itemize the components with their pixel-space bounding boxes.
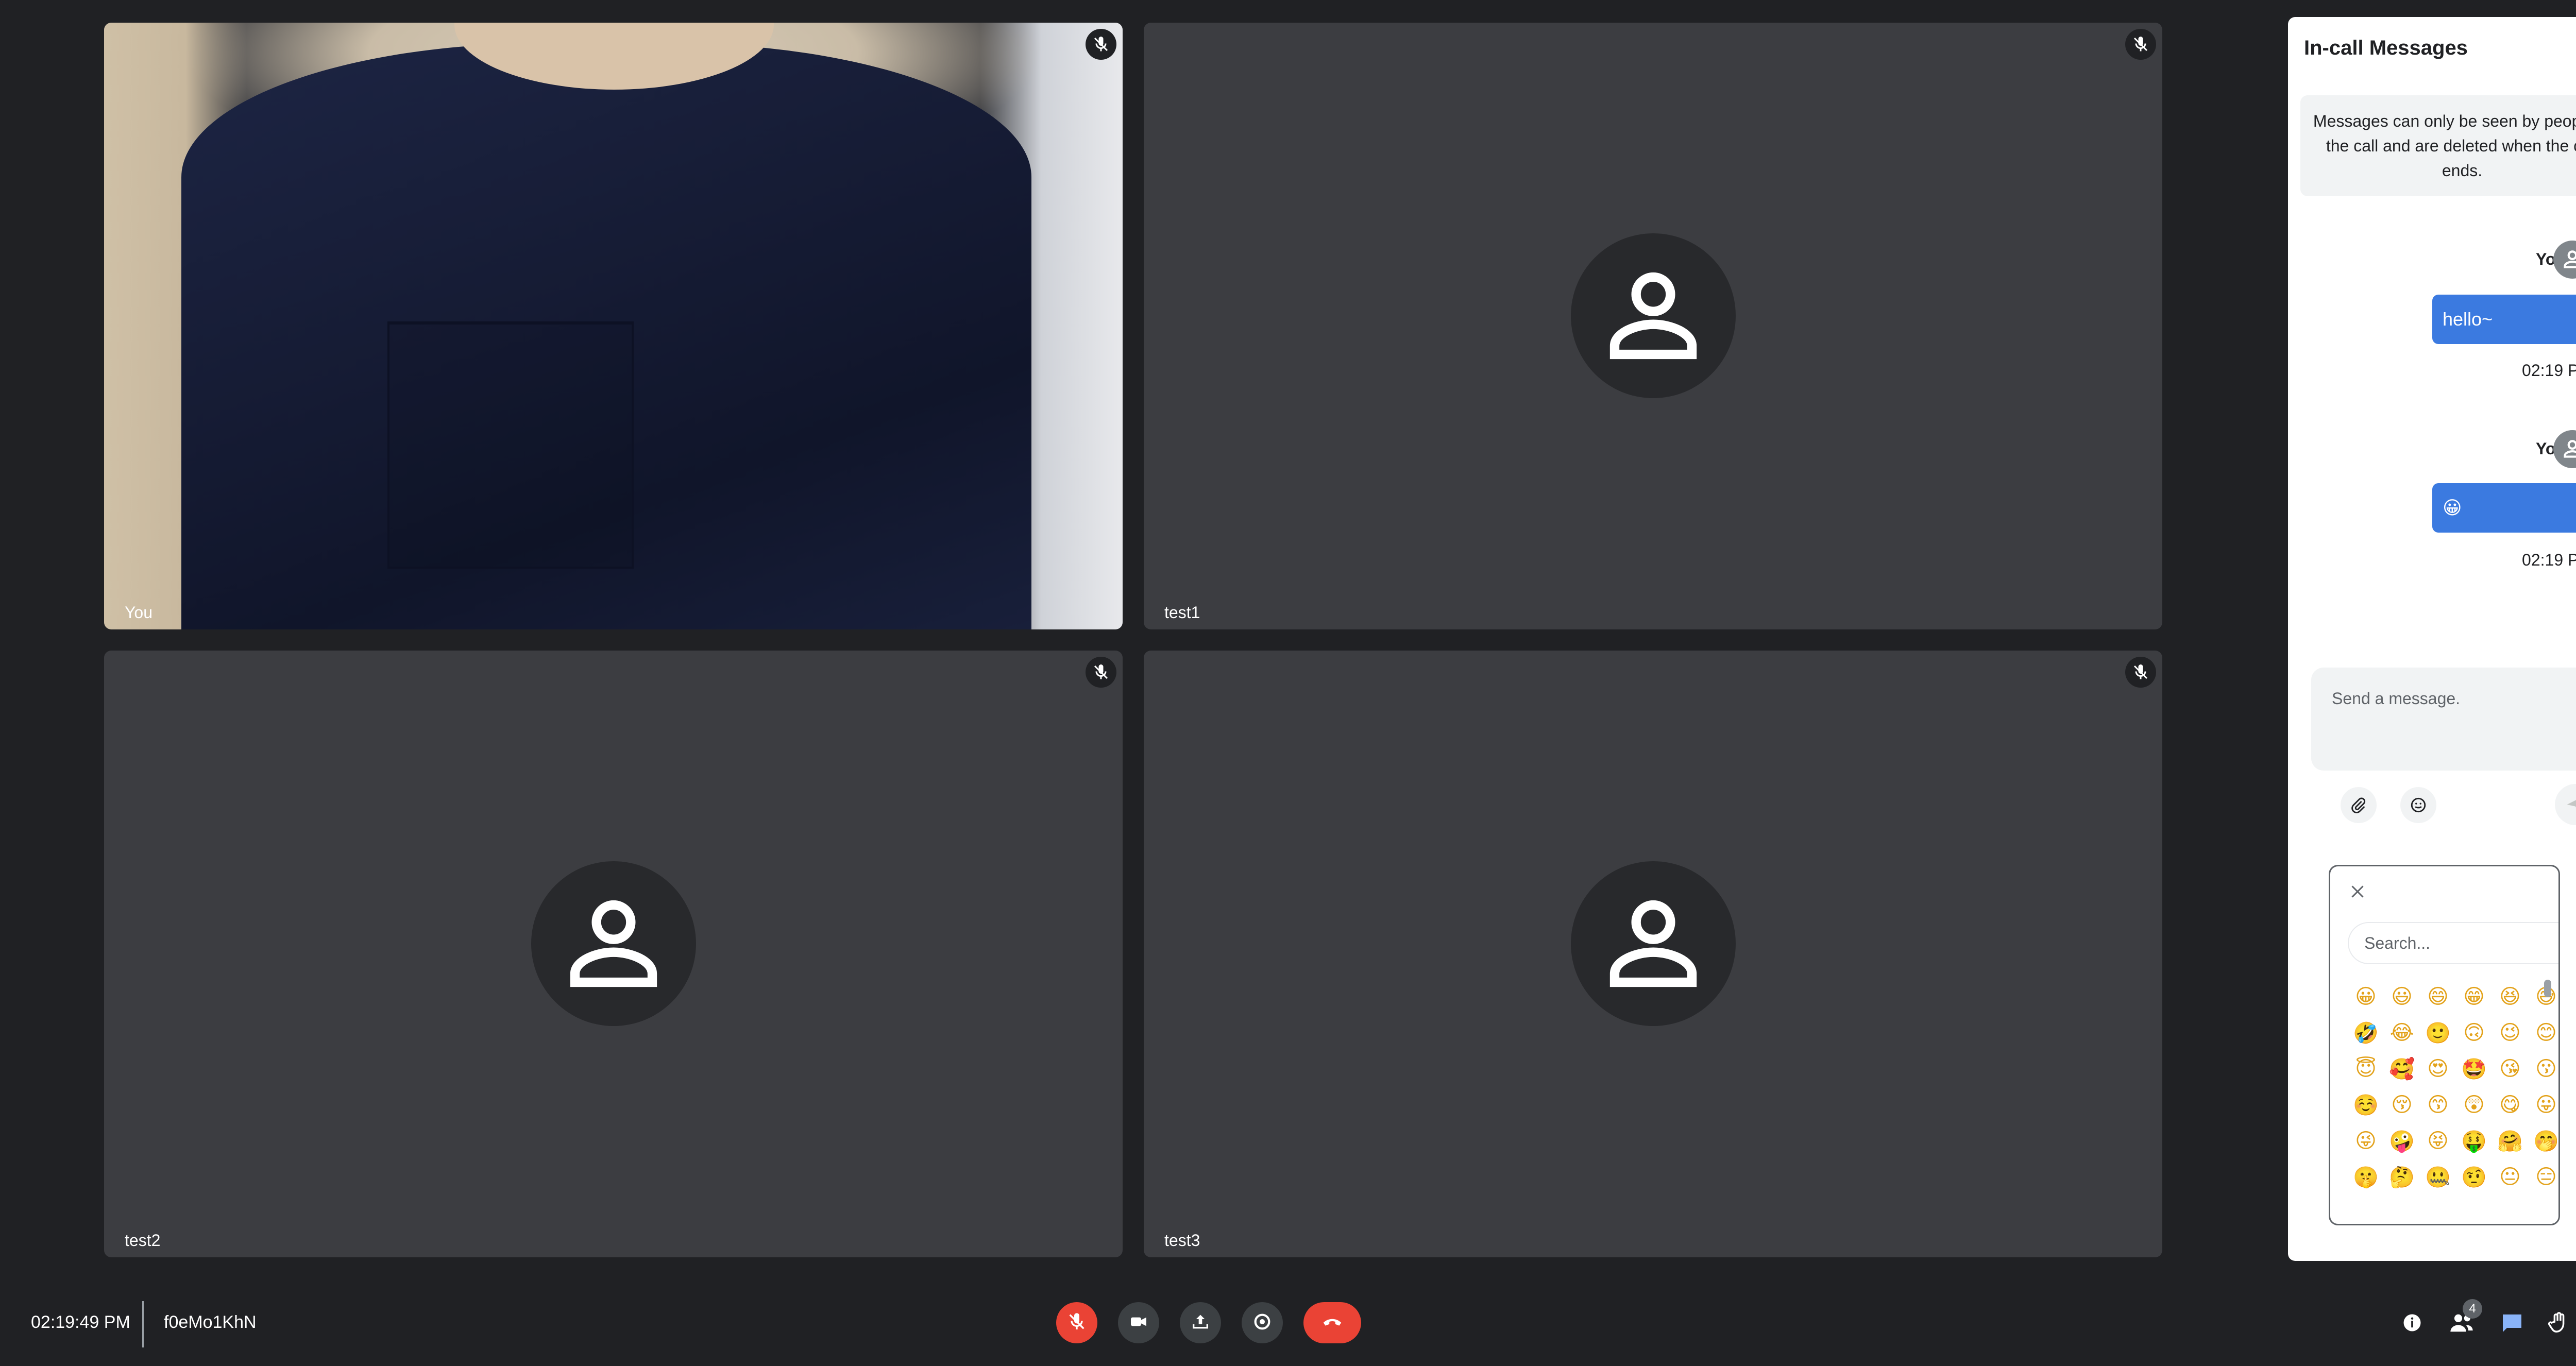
attach-icon[interactable] [2341,787,2377,823]
emoji-option[interactable]: 😀 [2348,979,2384,1015]
chat-notice: Messages can only be seen by people in t… [2300,95,2576,196]
emoji-picker: 😀 😃 😄 😁 😆 😅 🤣 😂 🙂 🙃 😉 😊 😇 🥰 😍 🤩 😘 😗 ☺️ 😚… [2329,865,2560,1225]
emoji-option[interactable]: 😛 [2528,1087,2558,1123]
camera-toggle-button[interactable] [1118,1302,1159,1343]
chat-icon[interactable] [2497,1307,2528,1338]
video-tile-test3[interactable]: test3 [1144,651,2162,1257]
people-count-badge: 4 [2463,1299,2482,1319]
close-icon[interactable] [2345,879,2370,904]
emoji-option[interactable]: 😝 [2420,1123,2456,1159]
emoji-option[interactable]: 😑 [2528,1159,2558,1195]
emoji-option[interactable]: 😉 [2492,1015,2528,1051]
person-icon [2553,241,2576,279]
emoji-search [2348,922,2558,964]
emoji-option[interactable]: 🤭 [2528,1123,2558,1159]
person-icon [2553,430,2576,468]
message-input[interactable] [2311,668,2576,771]
emoji-option[interactable]: 🥰 [2384,1051,2420,1087]
person-icon [1570,233,1736,398]
camera-feed [104,23,1123,629]
emoji-option[interactable]: 😇 [2348,1051,2384,1087]
end-call-button[interactable] [1303,1302,1361,1343]
emoji-option[interactable]: 😲 [2456,1087,2492,1123]
message-time: 02:19 PM [2522,551,2576,569]
emoji-option[interactable]: 😁 [2456,979,2492,1015]
message-bubble: 😀 [2432,483,2576,533]
emoji-option[interactable]: 🤐 [2420,1159,2456,1195]
mic-off-icon [2125,657,2156,688]
mic-off-icon [1086,29,1116,60]
emoji-option[interactable]: 🤨 [2456,1159,2492,1195]
mic-toggle-button[interactable] [1056,1302,1097,1343]
emoji-option[interactable]: 😂 [2384,1015,2420,1051]
meeting-code: f0eMo1KhN [164,1312,257,1332]
in-call-messages-panel: In-call Messages Messages can only be se… [2288,17,2576,1261]
mic-off-icon [2125,29,2156,60]
emoji-option[interactable]: 😗 [2528,1051,2558,1087]
info-icon[interactable] [2397,1307,2428,1338]
emoji-option[interactable]: 🤣 [2348,1015,2384,1051]
emoji-option[interactable]: 🤑 [2456,1123,2492,1159]
emoji-option[interactable]: ☺️ [2348,1087,2384,1123]
participant-name: You [125,603,152,622]
present-icon [1190,1311,1211,1335]
emoji-option[interactable]: 😘 [2492,1051,2528,1087]
mic-off-icon [1066,1311,1087,1335]
present-button[interactable] [1180,1302,1221,1343]
emoji-option[interactable]: 😜 [2348,1123,2384,1159]
emoji-option[interactable]: 😚 [2384,1087,2420,1123]
emoji-option[interactable]: 😐 [2492,1159,2528,1195]
participant-name: test3 [1164,1231,1200,1250]
effects-button[interactable] [1242,1302,1283,1343]
emoji-option[interactable]: 😋 [2492,1087,2528,1123]
emoji-option[interactable]: 😙 [2420,1087,2456,1123]
person-icon [1570,861,1736,1026]
effects-icon [1252,1311,1273,1335]
video-icon [1128,1311,1149,1335]
camera-subject-pocket [387,321,634,569]
emoji-option[interactable]: 🤔 [2384,1159,2420,1195]
emoji-option[interactable]: 🤩 [2456,1051,2492,1087]
emoji-option[interactable]: 🙂 [2420,1015,2456,1051]
send-icon[interactable] [2555,784,2576,825]
panel-title: In-call Messages [2304,37,2468,59]
emoji-grid: 😀 😃 😄 😁 😆 😅 🤣 😂 🙂 🙃 😉 😊 😇 🥰 😍 🤩 😘 😗 ☺️ 😚… [2348,979,2558,1195]
end-call-icon [1320,1310,1344,1336]
camera-subject-shirt [181,43,1031,629]
divider [142,1301,144,1347]
message-bubble: hello~ [2432,295,2576,344]
emoji-option[interactable]: 😃 [2384,979,2420,1015]
person-icon [531,861,696,1026]
video-tile-test1[interactable]: test1 [1144,23,2162,629]
message-composer[interactable] [2311,668,2576,771]
video-tile-you[interactable]: You [104,23,1123,629]
participant-name: test2 [125,1231,161,1250]
emoji-option[interactable]: 😄 [2420,979,2456,1015]
emoji-option[interactable]: 🤫 [2348,1159,2384,1195]
emoji-option[interactable]: 😊 [2528,1015,2558,1051]
video-tile-test2[interactable]: test2 [104,651,1123,1257]
participant-name: test1 [1164,603,1200,622]
emoji-icon[interactable] [2400,787,2436,823]
message-time: 02:19 PM [2522,361,2576,380]
mic-off-icon [1086,657,1116,688]
scrollbar-thumb[interactable] [2544,980,2551,997]
emoji-option[interactable]: 😆 [2492,979,2528,1015]
emoji-option[interactable]: 🙃 [2456,1015,2492,1051]
raise-hand-icon[interactable] [2543,1307,2574,1338]
emoji-option[interactable]: 😍 [2420,1051,2456,1087]
current-time: 02:19:49 PM [31,1312,130,1332]
emoji-option[interactable]: 🤗 [2492,1123,2528,1159]
emoji-search-input[interactable] [2348,922,2558,964]
emoji-option[interactable]: 🤪 [2384,1123,2420,1159]
